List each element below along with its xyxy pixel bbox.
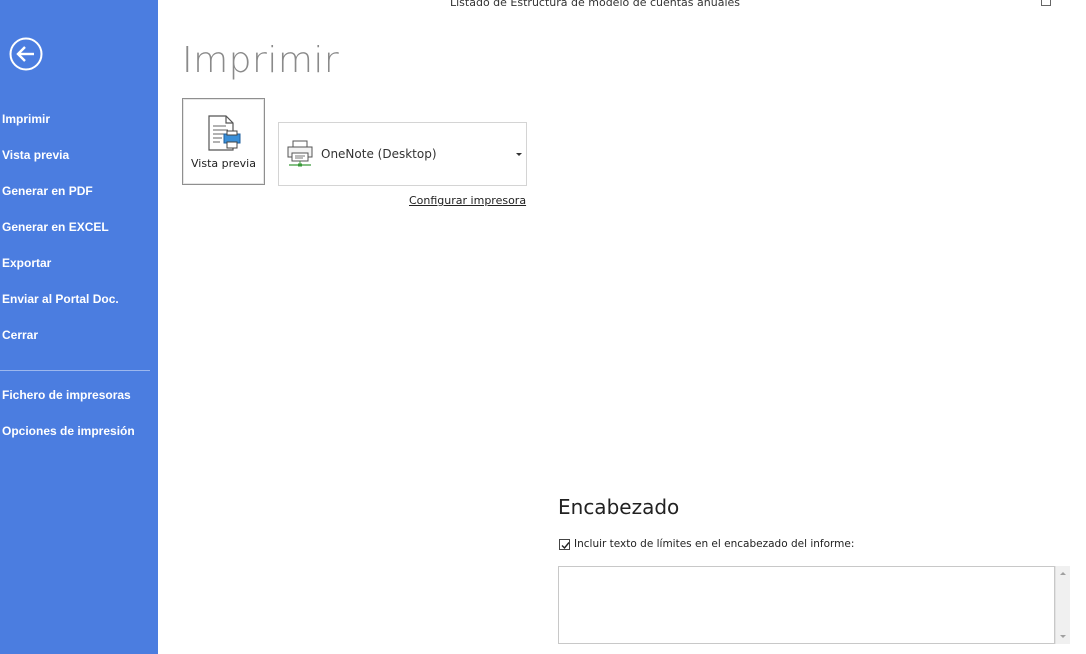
printer-icon <box>285 139 315 173</box>
sidebar-item-generar-pdf[interactable]: Generar en PDF <box>2 184 93 198</box>
vista-previa-label: Vista previa <box>191 157 256 170</box>
sidebar-item-opciones-impresion[interactable]: Opciones de impresión <box>2 424 135 438</box>
arrow-left-circle-icon <box>9 37 43 71</box>
printer-name: OneNote (Desktop) <box>321 147 437 161</box>
sidebar-item-exportar[interactable]: Exportar <box>2 256 51 270</box>
section-title-encabezado: Encabezado <box>558 495 680 519</box>
scroll-up-icon[interactable] <box>1060 572 1066 575</box>
chevron-down-icon <box>516 153 522 156</box>
window-title: Listado de Estructura de modelo de cuent… <box>450 0 740 9</box>
page-title: Imprimir <box>182 40 340 81</box>
sidebar-divider <box>0 370 150 371</box>
maximize-button[interactable] <box>1041 0 1051 6</box>
incluir-limites-label: Incluir texto de límites en el encabezad… <box>574 538 855 550</box>
sidebar-item-enviar-portal[interactable]: Enviar al Portal Doc. <box>2 292 119 306</box>
vista-previa-button[interactable]: Vista previa <box>182 98 265 185</box>
sidebar: Imprimir Vista previa Generar en PDF Gen… <box>0 0 158 654</box>
checkmark-icon <box>561 542 570 550</box>
encabezado-textarea[interactable] <box>558 566 1055 644</box>
back-button[interactable] <box>9 37 43 71</box>
print-preview-icon <box>206 114 244 158</box>
sidebar-item-imprimir[interactable]: Imprimir <box>2 112 50 126</box>
textarea-scrollbar[interactable] <box>1055 566 1070 644</box>
configurar-impresora-link[interactable]: Configurar impresora <box>409 194 526 207</box>
sidebar-item-fichero-impresoras[interactable]: Fichero de impresoras <box>2 388 131 402</box>
sidebar-item-cerrar[interactable]: Cerrar <box>2 328 38 342</box>
scroll-down-icon[interactable] <box>1060 635 1066 638</box>
sidebar-item-generar-excel[interactable]: Generar en EXCEL <box>2 220 109 234</box>
incluir-limites-checkbox[interactable] <box>559 539 570 550</box>
printer-select[interactable]: OneNote (Desktop) <box>278 122 527 186</box>
sidebar-item-vista-previa[interactable]: Vista previa <box>2 148 69 162</box>
